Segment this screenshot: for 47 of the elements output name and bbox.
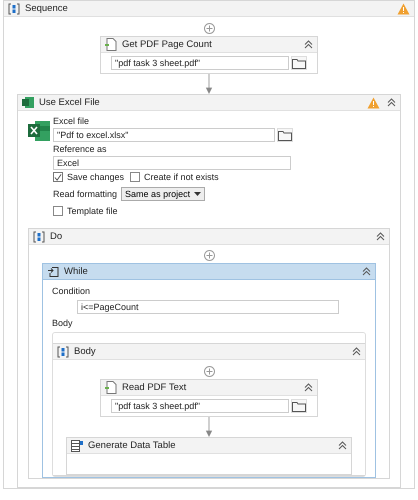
- loop-icon: [47, 266, 59, 278]
- browse-folder-button[interactable]: [291, 399, 307, 413]
- field-label: Body: [52, 318, 73, 328]
- add-activity-icon[interactable]: [204, 250, 214, 261]
- activity-title: Body: [74, 346, 96, 357]
- field-label: Condition: [52, 286, 90, 296]
- activity-title: While: [64, 266, 88, 277]
- sequence-icon: [33, 230, 45, 242]
- file-path-field[interactable]: "pdf task 3 sheet.pdf": [111, 399, 289, 413]
- field-label: Excel file: [53, 116, 90, 126]
- field-label: Read formatting: [53, 189, 118, 199]
- reference-field[interactable]: Excel: [53, 156, 291, 170]
- add-activity-icon[interactable]: [204, 23, 214, 34]
- add-activity-icon[interactable]: [204, 366, 214, 377]
- sequence-icon: [57, 346, 69, 358]
- excel-file-field[interactable]: "Pdf to excel.xlsx": [53, 128, 275, 142]
- checkbox[interactable]: [53, 172, 63, 182]
- browse-folder-button[interactable]: [277, 128, 293, 142]
- checkbox-label: Template file: [67, 206, 118, 216]
- flow-arrow: [205, 417, 213, 437]
- field-label: Reference as: [53, 144, 107, 154]
- activity-title: Generate Data Table: [88, 440, 176, 451]
- collapse-icon[interactable]: [304, 383, 313, 392]
- file-path-field[interactable]: "pdf task 3 sheet.pdf": [111, 56, 289, 70]
- checkbox[interactable]: [130, 172, 140, 182]
- collapse-icon[interactable]: [376, 232, 385, 241]
- activity-title: Sequence: [25, 3, 68, 14]
- activity-title: Do: [50, 231, 62, 242]
- collapse-icon[interactable]: [304, 40, 313, 49]
- collapse-icon[interactable]: [352, 347, 361, 356]
- flow-arrow: [205, 74, 213, 94]
- sequence-icon: [8, 2, 20, 14]
- condition-field[interactable]: i<=PageCount: [77, 300, 339, 314]
- activity-title: Read PDF Text: [122, 382, 186, 393]
- collapse-icon[interactable]: [387, 98, 396, 107]
- spreadsheet-icon: [22, 97, 34, 108]
- read-formatting-dropdown[interactable]: Same as project: [121, 187, 206, 201]
- activity-title: Use Excel File: [39, 97, 100, 108]
- caret-icon: [194, 192, 202, 196]
- collapse-icon[interactable]: [338, 441, 347, 450]
- spreadsheet-icon: [28, 120, 50, 142]
- browse-folder-button[interactable]: [291, 56, 307, 70]
- checkbox[interactable]: [53, 206, 63, 216]
- checkbox-label: Save changes: [67, 172, 124, 182]
- activity-title: Get PDF Page Count: [122, 39, 212, 50]
- collapse-icon[interactable]: [362, 267, 371, 276]
- checkbox-label: Create if not exists: [144, 172, 219, 182]
